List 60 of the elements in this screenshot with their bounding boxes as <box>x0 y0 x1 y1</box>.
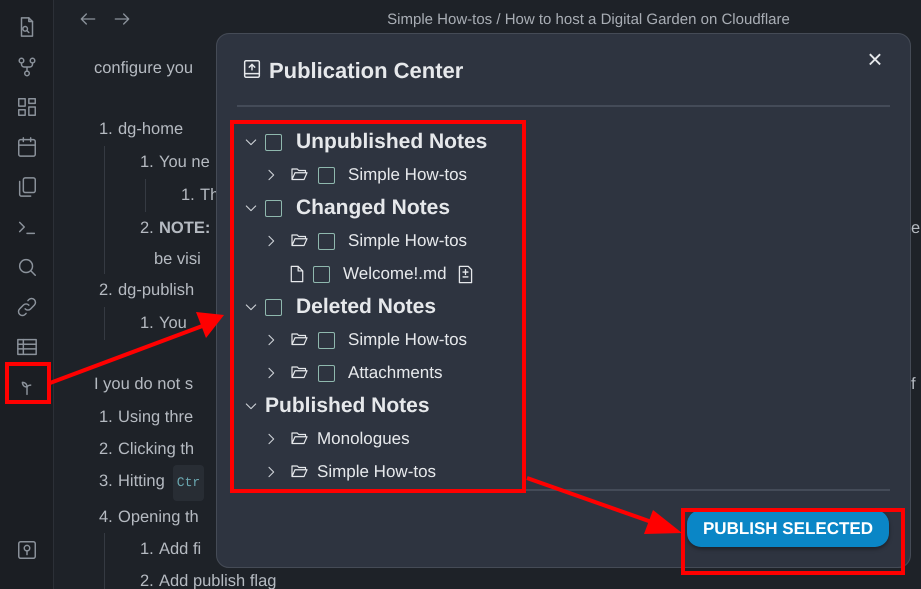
list-text: Using thre <box>118 407 194 428</box>
list-text: dg-home <box>118 119 184 140</box>
paragraph-text: configure you <box>94 58 194 79</box>
list-text: NOTE: <box>159 218 210 239</box>
list-text: Opening th <box>118 507 199 528</box>
calendar-icon[interactable] <box>16 136 38 158</box>
grid-icon[interactable] <box>16 96 38 118</box>
section-title[interactable]: Unpublished Notes <box>296 130 488 154</box>
list-number: 2. <box>140 218 155 239</box>
list-text: Hitting <box>118 471 165 492</box>
tree-item-label[interactable]: Simple How-tos <box>348 165 468 186</box>
list-number: 2. <box>99 439 114 460</box>
list-number: 1. <box>99 407 114 428</box>
link-icon[interactable] <box>16 296 38 318</box>
tree-item-label[interactable]: Welcome!.md <box>343 264 447 284</box>
close-button[interactable]: × <box>860 44 890 74</box>
tree-item-label[interactable]: Simple How-tos <box>348 330 468 350</box>
checkbox[interactable] <box>318 166 335 184</box>
publish-button[interactable]: PUBLISH SELECTED <box>686 510 889 548</box>
list-number: 3. <box>99 471 114 492</box>
text-fragment: f <box>911 374 916 395</box>
list-number: 4. <box>99 507 114 528</box>
breadcrumb: Simple How-tos / How to host a Digital Garden on Cloudflare <box>386 10 790 28</box>
list-number: 1. <box>140 539 155 560</box>
list-text: You <box>159 313 187 334</box>
tree-item-label[interactable]: Monologues <box>317 429 410 450</box>
list-text: dg-publish <box>118 280 194 301</box>
list-text: Clicking th <box>118 439 194 460</box>
list-number: 1. <box>140 152 155 173</box>
checkbox[interactable] <box>265 134 282 151</box>
help-icon[interactable] <box>16 539 38 561</box>
section-title[interactable]: Published Notes <box>265 394 430 418</box>
fork-icon[interactable] <box>16 56 38 78</box>
section-title[interactable]: Deleted Notes <box>296 295 436 320</box>
section-title[interactable]: Changed Notes <box>296 196 450 220</box>
paragraph-text: I you do not s <box>94 374 194 395</box>
list-text: be visi <box>154 249 201 270</box>
tree-item-label[interactable]: Simple How-tos <box>317 462 436 482</box>
checkbox[interactable] <box>318 364 335 382</box>
list-number: 2. <box>99 280 114 301</box>
list-number: 2. <box>140 571 155 589</box>
tree-item-label[interactable]: Simple How-tos <box>348 231 468 252</box>
modal-title: Publication Center <box>269 58 464 84</box>
table-icon[interactable] <box>16 336 38 358</box>
tree-item-label[interactable]: Attachments <box>348 363 442 384</box>
checkbox[interactable] <box>318 232 335 250</box>
file-diff-icon <box>456 264 474 285</box>
list-text: You ne <box>159 152 210 173</box>
file-icon <box>289 264 305 284</box>
inline-code: Ctr <box>172 465 204 501</box>
list-number: 1. <box>99 119 114 140</box>
list-number: 1. <box>181 185 196 206</box>
text-fragment: e <box>911 218 920 239</box>
checkbox[interactable] <box>318 332 335 349</box>
checkbox[interactable] <box>265 298 282 316</box>
list-text: Add fi <box>159 539 202 560</box>
checkbox[interactable] <box>265 200 282 217</box>
highlight-box <box>5 362 51 404</box>
list-number: 1. <box>140 313 155 334</box>
checkbox[interactable] <box>313 266 330 283</box>
